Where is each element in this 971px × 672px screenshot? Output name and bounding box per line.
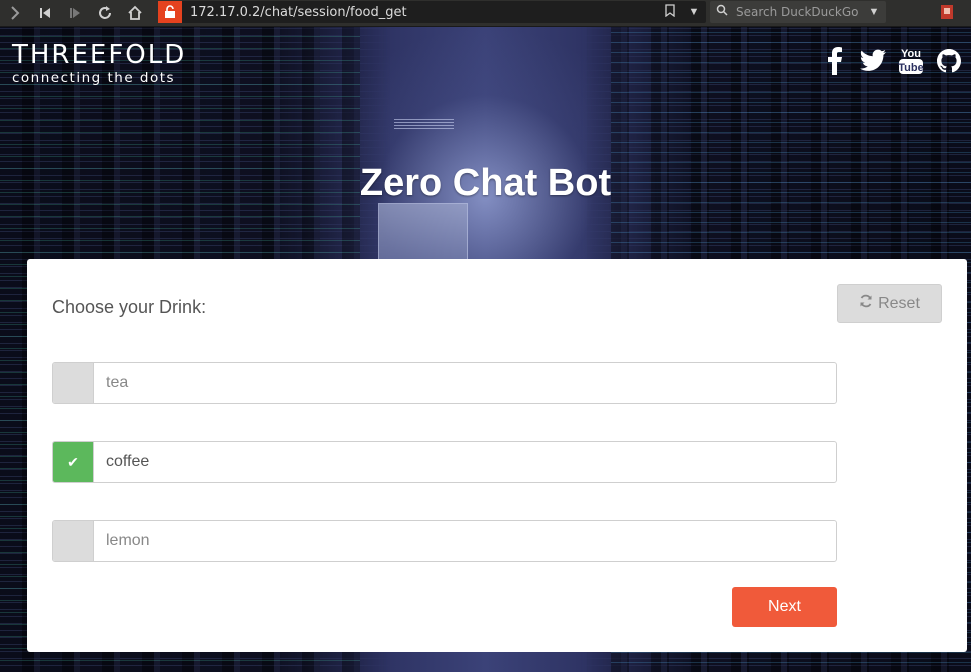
search-engine-dropdown-icon[interactable]: ▼ [862, 6, 886, 18]
social-links: You Tube [821, 46, 963, 76]
reset-button[interactable]: Reset [837, 284, 942, 323]
reload-icon[interactable] [90, 1, 120, 25]
option-label: tea [106, 374, 129, 391]
github-icon[interactable] [935, 46, 963, 76]
extension-icon[interactable] [938, 3, 956, 21]
option-coffee[interactable]: ✔ coffee [52, 441, 837, 483]
svg-text:You: You [901, 48, 921, 60]
search-bar[interactable]: Search DuckDuckGo ▼ [710, 1, 886, 23]
home-icon[interactable] [120, 1, 150, 25]
facebook-icon[interactable] [821, 46, 849, 76]
page-title: Zero Chat Bot [359, 162, 612, 204]
form-card: Choose your Drink: Reset tea ✔ coffee le… [27, 259, 967, 652]
url-bar[interactable]: 172.17.0.2/chat/session/food_get ▼ [158, 1, 706, 23]
bookmark-icon[interactable] [658, 4, 682, 20]
refresh-icon [859, 294, 873, 313]
search-input[interactable]: Search DuckDuckGo [736, 5, 862, 19]
checkbox[interactable] [53, 521, 94, 561]
twitter-icon[interactable] [859, 46, 887, 76]
back-icon[interactable] [30, 1, 60, 25]
question-label: Choose your Drink: [52, 297, 207, 317]
option-lemon[interactable]: lemon [52, 520, 837, 562]
checkmark-icon: ✔ [67, 453, 79, 470]
svg-text:Tube: Tube [898, 62, 923, 74]
brand-name: THREEFOLD [12, 40, 187, 70]
brand-logo[interactable]: THREEFOLD connecting the dots [12, 42, 186, 86]
youtube-icon[interactable]: You Tube [897, 46, 925, 76]
url-dropdown-icon[interactable]: ▼ [682, 6, 706, 18]
expand-icon[interactable] [0, 1, 30, 25]
brand-tagline: connecting the dots [12, 70, 176, 86]
search-icon [716, 3, 730, 21]
next-button[interactable]: Next [732, 587, 837, 627]
option-tea[interactable]: tea [52, 362, 837, 404]
forward-icon[interactable] [60, 1, 90, 25]
checkbox[interactable] [53, 363, 94, 403]
option-label: lemon [106, 532, 150, 549]
ceiling-vent [394, 119, 454, 129]
checkbox-checked[interactable]: ✔ [53, 442, 94, 482]
option-label: coffee [106, 453, 150, 470]
reset-label: Reset [878, 294, 920, 312]
browser-toolbar: 172.17.0.2/chat/session/food_get ▼ Searc… [0, 0, 971, 27]
url-text[interactable]: 172.17.0.2/chat/session/food_get [190, 5, 658, 20]
insecure-lock-icon[interactable] [158, 1, 182, 23]
